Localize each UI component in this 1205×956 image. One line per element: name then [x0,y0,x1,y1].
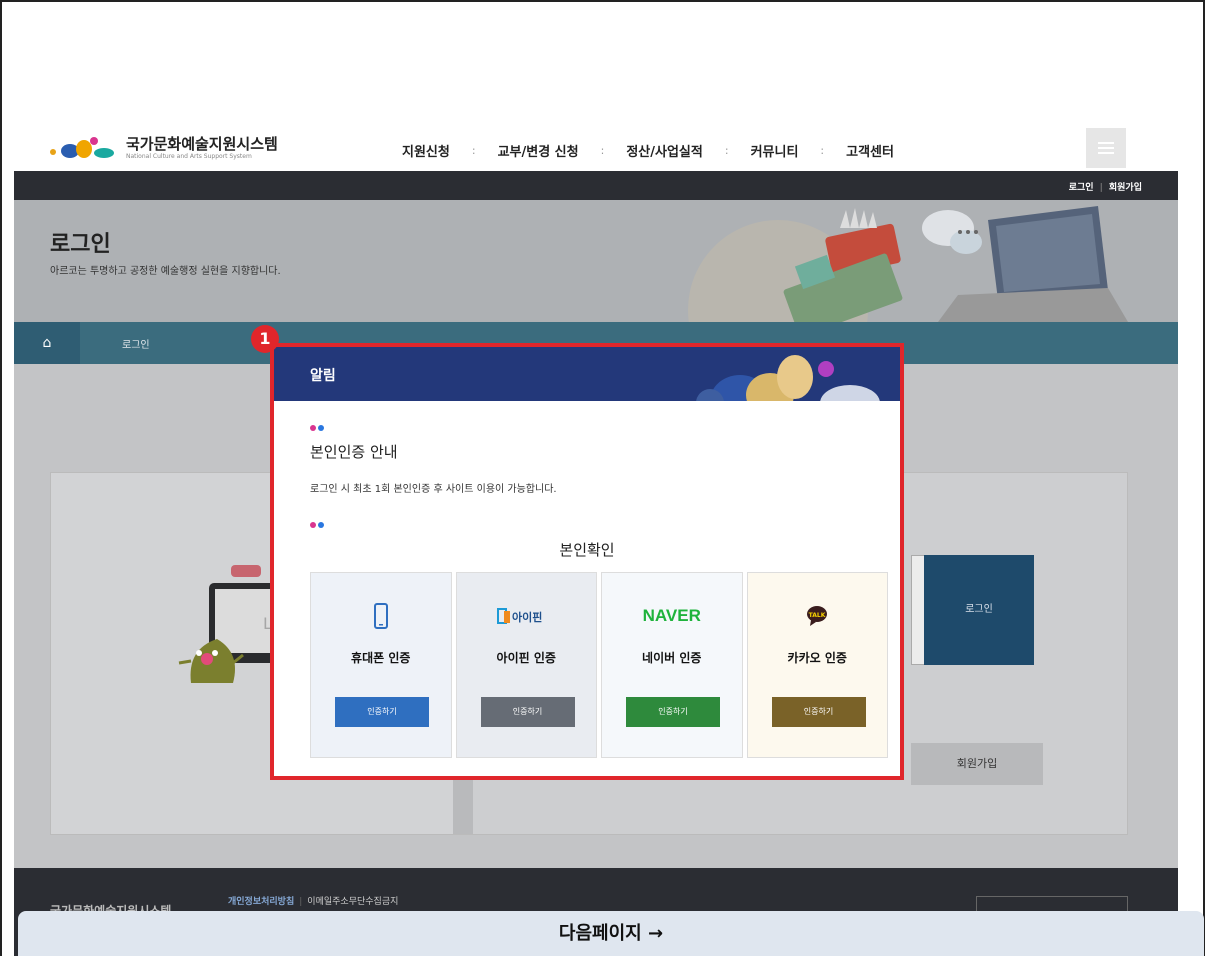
utility-links: 로그인 | 회원가입 [1069,180,1142,193]
modal-title: 알림 [310,368,336,384]
verify-option-label: 휴대폰 인증 [351,651,411,665]
page-hero: 로그인 아르코는 투명하고 공정한 예술행정 실현을 지향합니다. [14,200,1178,322]
gnb-separator: : [820,143,825,157]
verify-option-label: 아이핀 인증 [496,651,556,665]
ipin-logo-text: 아이핀 [512,610,542,624]
verify-option-ipin[interactable]: 아이핀 아이핀 인증 인증하기 [455,572,597,758]
join-button[interactable]: 회원가입 [911,743,1043,785]
global-nav: 지원신청 : 교부/변경 신청 : 정산/사업실적 : 커뮤니티 : 고객센터 [402,140,894,160]
home-icon[interactable]: ⌂ [14,322,80,364]
verify-option-phone[interactable]: 휴대폰 인증 인증하기 [310,572,452,758]
site-name[interactable]: 국가문화예술지원시스템 [126,133,278,154]
link-divider: | [299,897,303,907]
hamburger-menu-icon[interactable] [1086,128,1126,168]
utility-bar: 로그인 | 회원가입 [14,171,1178,200]
gnb-item-settlement[interactable]: 정산/사업실적 [626,141,703,160]
kakao-talk-icon: TALK [748,603,888,629]
ipin-logo-icon: 아이핀 [457,603,597,629]
footer-links: 개인정보처리방침 | 이메일주소무단수집금지 [228,894,398,907]
section-description: 로그인 시 최초 1회 본인인증 후 사이트 이용이 가능합니다. [310,484,557,495]
modal-header: 알림 [274,347,900,401]
ipin-verify-button[interactable]: 인증하기 [480,697,575,727]
site-name-en: National Culture and Arts Support System [126,153,252,160]
next-page-button[interactable]: 다음페이지 → [18,911,1204,956]
login-button[interactable]: 로그인 [924,555,1034,665]
email-policy-link[interactable]: 이메일주소무단수집금지 [307,897,398,907]
verify-options: 휴대폰 인증 인증하기 아이핀 아이핀 인증 인증하기 NAVER 네이버 인증… [310,572,888,758]
kakao-talk-text: TALK [809,612,826,619]
privacy-policy-link[interactable]: 개인정보처리방침 [228,897,294,907]
top-login-link[interactable]: 로그인 [1069,183,1094,193]
naver-logo-icon: NAVER [602,603,742,629]
site-logo[interactable] [48,132,128,166]
kakao-verify-button[interactable]: 인증하기 [771,697,866,727]
hero-illustration [688,206,1128,322]
verify-option-kakao[interactable]: TALK 카카오 인증 인증하기 [746,572,888,758]
verify-option-label: 네이버 인증 [642,651,702,665]
verify-option-label: 카카오 인증 [787,651,847,665]
gnb-separator: : [724,143,729,157]
page-subtitle: 아르코는 투명하고 공정한 예술행정 실현을 지향합니다. [50,266,281,277]
gnb-item-apply[interactable]: 지원신청 [402,141,450,160]
verify-option-naver[interactable]: NAVER 네이버 인증 인증하기 [601,572,743,758]
section-dots-icon [310,425,324,431]
section-title: 본인인증 안내 [310,443,398,461]
naver-verify-button[interactable]: 인증하기 [626,697,720,727]
gnb-separator: : [600,143,605,157]
link-divider: | [1099,183,1103,193]
smartphone-icon [311,603,451,629]
step-number-badge: 1 [251,325,279,353]
gnb-item-customer-center[interactable]: 고객센터 [846,141,894,160]
verify-dots-icon [310,522,324,528]
modal-header-decoration [696,355,880,401]
naver-logo-text: NAVER [642,606,701,625]
gnb-item-community[interactable]: 커뮤니티 [751,141,799,160]
gnb-item-grant-change[interactable]: 교부/변경 신청 [498,141,579,160]
verify-title: 본인확인 [559,541,615,559]
top-join-link[interactable]: 회원가입 [1109,183,1142,193]
identity-verification-modal: 알림 본인인증 안내 로그인 시 최초 1회 본인인증 후 사이트 이용이 가능… [270,343,904,780]
page-title: 로그인 [50,232,111,257]
gnb-separator: : [471,143,476,157]
breadcrumb-current: 로그인 [122,340,150,351]
phone-verify-button[interactable]: 인증하기 [335,697,429,727]
